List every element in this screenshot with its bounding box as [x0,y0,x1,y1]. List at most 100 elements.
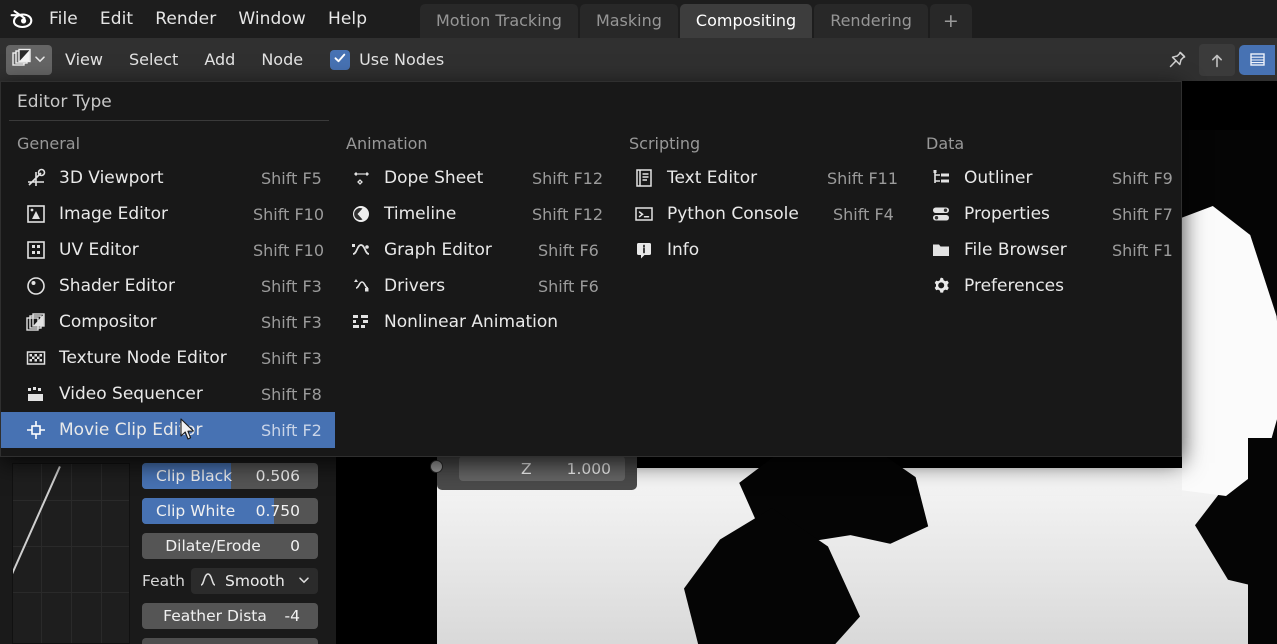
menu-item-python-console[interactable]: Python Console Shift F4 [629,196,919,232]
feather-falloff-dropdown[interactable]: Smooth [191,568,318,594]
viewport-icon [21,166,51,190]
menu-item-outliner[interactable]: Outliner Shift F9 [926,160,1176,196]
graph-editor-icon [346,238,376,262]
menu-help[interactable]: Help [317,0,378,38]
menu-item-dope-sheet[interactable]: Dope Sheet Shift F12 [346,160,626,196]
clip-black-label: Clip Black [156,467,233,485]
menu-item-file-browser[interactable]: File Browser Shift F1 [926,232,1176,268]
menu-item-label: Drivers [384,276,446,296]
editor-type-dropdown[interactable] [6,44,52,75]
workspace-tab-motion-tracking[interactable]: Motion Tracking [420,4,578,38]
menu-item-label: Dope Sheet [384,168,484,188]
menu-item-label: 3D Viewport [59,168,164,188]
menu-item-3d-viewport[interactable]: 3D Viewport Shift F5 [11,160,336,196]
pin-icon[interactable] [1159,44,1195,76]
menu-item-shortcut: Shift F3 [261,276,322,296]
header-menu-view[interactable]: View [52,38,116,81]
menu-item-info[interactable]: Info [629,232,919,268]
dope-sheet-icon [346,166,376,190]
python-console-icon [629,202,659,226]
use-nodes-checkbox[interactable] [330,49,351,70]
header-right-controls [1159,38,1277,81]
menu-column-heading: Scripting [629,134,701,153]
menu-item-texture-node-editor[interactable]: Texture Node Editor Shift F3 [11,340,336,376]
z-input-socket[interactable] [430,460,443,473]
menu-column-general: General 3D Viewport Shift F5 Image Edito… [1,134,336,448]
timeline-icon [346,202,376,226]
menu-item-label: Video Sequencer [59,384,203,404]
menu-item-nonlinear-animation[interactable]: Nonlinear Animation [346,304,626,340]
editor-type-menu[interactable]: Editor Type General 3D Viewport Shift F5… [0,81,1182,457]
clip-white-value: 0.750 [255,502,300,520]
menu-divider [9,120,329,121]
open-parent-icon[interactable] [1199,43,1235,76]
clip-white-label: Clip White [156,502,236,520]
menu-item-label: Image Editor [59,204,168,224]
use-nodes-toggle[interactable]: Use Nodes [330,49,444,70]
menu-item-shader-editor[interactable]: Shader Editor Shift F3 [11,268,336,304]
menu-render[interactable]: Render [144,0,227,38]
menu-item-image-editor[interactable]: Image Editor Shift F10 [11,196,336,232]
clip-black-value: 0.506 [255,467,300,485]
blender-logo-icon[interactable] [8,5,38,33]
z-value-field[interactable]: Z 1.000 [459,456,625,481]
menu-item-shortcut: Shift F12 [532,204,604,224]
clip-white-slider[interactable]: Clip White 0.750 [142,498,318,524]
menu-item-shortcut: Shift F12 [532,168,604,188]
menu-item-label: UV Editor [59,240,139,260]
properties-icon [926,202,956,226]
menu-item-shortcut: Shift F8 [261,384,322,404]
clip-black-slider[interactable]: Clip Black 0.506 [142,463,318,489]
text-editor-icon [629,166,659,190]
workspace-tab-compositing[interactable]: Compositing [679,4,813,38]
dilate-erode-field[interactable]: Dilate/Erode 0 [142,533,318,559]
info-icon [629,238,659,262]
mouse-cursor [180,418,196,440]
chevron-down-icon [34,50,46,69]
dilate-erode-value: 0 [290,537,300,555]
menu-item-shortcut: Shift F10 [253,240,325,260]
menu-item-properties[interactable]: Properties Shift F7 [926,196,1176,232]
menu-edit[interactable]: Edit [89,0,144,38]
menu-item-movie-clip-editor[interactable]: Movie Clip Editor Shift F2 [1,412,335,448]
drivers-icon [346,274,376,298]
outliner-icon [926,166,956,190]
header-menu-add[interactable]: Add [191,38,248,81]
menu-item-text-editor[interactable]: Text Editor Shift F11 [629,160,919,196]
menu-item-shortcut: Shift F3 [261,312,322,332]
menu-item-timeline[interactable]: Timeline Shift F12 [346,196,626,232]
top-menu-bar: File Edit Render Window Help Motion Trac… [0,0,1277,38]
menu-item-shortcut: Shift F7 [1112,204,1173,224]
menu-item-shortcut: Shift F1 [1112,240,1173,260]
menu-file[interactable]: File [38,0,89,38]
z-label: Z [521,459,532,478]
shader-editor-icon [21,274,51,298]
workspace-tab-masking[interactable]: Masking [579,4,678,38]
menu-item-graph-editor[interactable]: Graph Editor Shift F6 [346,232,626,268]
menu-item-label: Graph Editor [384,240,492,260]
add-workspace-button[interactable]: + [929,4,972,38]
menu-column-heading: Animation [346,134,428,153]
nla-icon [346,310,376,334]
menu-item-label: Timeline [384,204,457,224]
menu-window[interactable]: Window [227,0,317,38]
menu-item-video-sequencer[interactable]: Video Sequencer Shift F8 [11,376,336,412]
menu-item-label: Shader Editor [59,276,175,296]
curve-graph[interactable] [12,463,130,644]
menu-item-uv-editor[interactable]: UV Editor Shift F10 [11,232,336,268]
menu-item-drivers[interactable]: Drivers Shift F6 [346,268,626,304]
menu-item-compositor[interactable]: Compositor Shift F3 [11,304,336,340]
feather-distance-field[interactable]: Feather Dista -4 [142,603,318,629]
backdrop-icon[interactable] [1239,44,1275,75]
z-node-footer: Z 1.000 [430,452,637,490]
menu-item-preferences[interactable]: Preferences [926,268,1176,304]
menu-item-shortcut: Shift F5 [261,168,322,188]
header-menu-node[interactable]: Node [248,38,316,81]
next-field-clipped[interactable] [142,638,318,644]
header-menu-select[interactable]: Select [116,38,191,81]
menu-item-shortcut: Shift F6 [538,276,599,296]
workspace-tab-rendering[interactable]: Rendering [814,4,928,38]
feather-falloff-row: Feath Smooth [142,568,318,594]
compositor-icon [12,48,32,72]
menu-column-scripting: Scripting Text Editor Shift F11 Python C… [629,134,919,268]
